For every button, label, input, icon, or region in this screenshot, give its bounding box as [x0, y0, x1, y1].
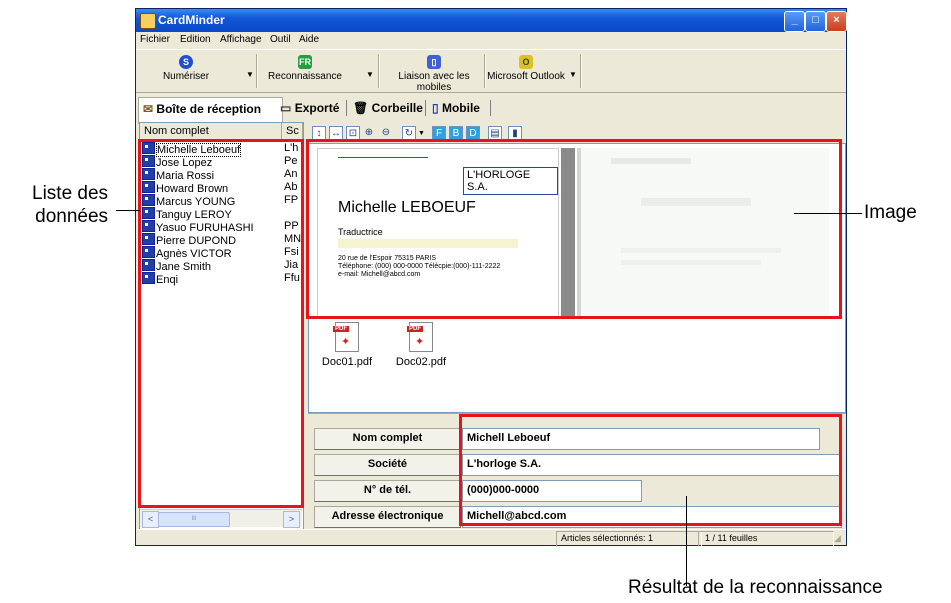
column-header-company[interactable]: Sc	[282, 123, 303, 140]
scroll-right-button[interactable]: >	[283, 511, 300, 528]
outlook-icon: O	[519, 55, 533, 69]
tab-mobile[interactable]: ▯ Mobile	[428, 97, 484, 123]
tab-separator	[346, 100, 347, 116]
app-icon	[140, 13, 156, 29]
mobile-link-icon: ▯	[427, 55, 441, 69]
scan-label: Numériser	[162, 71, 210, 82]
recognition-button[interactable]: FR Reconnaissance	[262, 53, 348, 91]
data-list-highlight	[138, 139, 304, 508]
menu-affichage[interactable]: Affichage	[220, 34, 262, 45]
recognition-label: Reconnaissance	[268, 71, 342, 82]
field-label-fullname[interactable]: Nom complet	[314, 428, 461, 450]
mobile-icon: ▯	[432, 101, 439, 115]
zoom-in-icon[interactable]: ⊕	[363, 126, 375, 139]
field-label-company[interactable]: Société	[314, 454, 461, 476]
menu-outil[interactable]: Outil	[270, 34, 291, 45]
outlook-button[interactable]: O Microsoft Outlook	[486, 53, 566, 91]
menu-fichier[interactable]: Fichier	[140, 34, 170, 45]
tab-bar: ✉ Boîte de réception ▭ Exporté 🗑 Corbeil…	[136, 95, 846, 124]
tab-separator	[490, 100, 491, 116]
trash-icon: 🗑	[353, 101, 369, 115]
horizontal-scrollbar[interactable]: < III >	[140, 509, 302, 528]
mobile-link-button[interactable]: ▯ Liaison avec les mobiles	[382, 53, 486, 93]
scan-dropdown-icon[interactable]: ▼	[246, 70, 254, 79]
tab-mobile-label: Mobile	[441, 101, 480, 115]
attachment-name: Doc02.pdf	[395, 356, 447, 368]
tab-trash-label: Corbeille	[371, 101, 423, 115]
exported-icon: ▭	[280, 101, 292, 115]
pdf-icon: PDF ✦	[407, 322, 433, 352]
column-header-name[interactable]: Nom complet	[140, 123, 282, 140]
pdf-icon: PDF ✦	[333, 322, 359, 352]
scan-button[interactable]: S Numériser	[150, 53, 222, 91]
callout-result: Résultat de la reconnaissance	[628, 577, 883, 598]
scroll-grip: III	[191, 516, 197, 522]
status-bar: Articles sélectionnés: 1 1 / 11 feuilles…	[136, 529, 846, 547]
menu-edition[interactable]: Edition	[180, 34, 211, 45]
maximize-button[interactable]: □	[805, 11, 826, 32]
acrobat-icon: ✦	[415, 336, 425, 348]
field-label-email[interactable]: Adresse électronique	[314, 506, 461, 528]
tab-exported-label: Exporté	[294, 101, 340, 115]
tab-separator	[425, 100, 426, 116]
tab-exported[interactable]: ▭ Exporté	[276, 97, 343, 123]
leader-line	[794, 213, 862, 214]
pdf-tag: PDF	[333, 326, 349, 332]
pdf-tag: PDF	[407, 326, 423, 332]
callout-data-list-line2: données	[35, 206, 109, 227]
leader-line	[116, 210, 140, 211]
inbox-icon: ✉	[143, 102, 154, 116]
callout-image: Image	[864, 202, 917, 223]
tab-trash[interactable]: 🗑 Corbeille	[349, 97, 427, 123]
scroll-thumb[interactable]: III	[158, 512, 230, 527]
rotate-dropdown-icon[interactable]: ▼	[418, 130, 425, 137]
result-highlight	[459, 414, 842, 526]
zoom-out-icon[interactable]: ⊖	[380, 126, 392, 139]
callout-data-list-line1: Liste des	[32, 183, 109, 204]
menu-bar: Fichier Edition Affichage Outil Aide	[136, 32, 846, 48]
toolbar-separator	[378, 54, 380, 88]
outlook-label: Microsoft Outlook	[487, 71, 565, 82]
mobile-link-label: Liaison avec les mobiles	[398, 71, 470, 93]
toolbar-separator	[256, 54, 258, 88]
recognition-dropdown-icon[interactable]: ▼	[366, 70, 374, 79]
window-title: CardMinder	[158, 13, 225, 27]
scan-icon: S	[179, 55, 193, 69]
toolbar: S Numériser ▼ FR Reconnaissance ▼ ▯ Liai…	[136, 49, 846, 93]
toolbar-separator	[580, 54, 582, 88]
tab-inbox[interactable]: ✉ Boîte de réception	[138, 97, 283, 124]
tab-inbox-label: Boîte de réception	[156, 102, 262, 116]
menu-aide[interactable]: Aide	[299, 34, 319, 45]
outlook-dropdown-icon[interactable]: ▼	[569, 70, 577, 79]
attachment-doc01[interactable]: PDF ✦ Doc01.pdf	[319, 322, 375, 368]
minimize-button[interactable]: _	[784, 11, 805, 32]
status-selected: Articles sélectionnés: 1	[556, 531, 702, 547]
image-highlight	[306, 139, 842, 319]
recognition-icon: FR	[298, 55, 312, 69]
leader-line	[686, 496, 687, 586]
scroll-left-button[interactable]: <	[142, 511, 159, 528]
status-pages: 1 / 11 feuilles	[698, 531, 834, 547]
acrobat-icon: ✦	[341, 336, 351, 348]
resize-grip-icon[interactable]: ◢	[834, 533, 841, 544]
title-bar[interactable]: CardMinder _ □ ×	[136, 9, 847, 32]
close-button[interactable]: ×	[826, 11, 847, 32]
callout-data-list: Liste des données	[32, 182, 108, 228]
field-label-phone[interactable]: N° de tél.	[314, 480, 461, 502]
attachment-name: Doc01.pdf	[321, 356, 373, 368]
attachment-doc02[interactable]: PDF ✦ Doc02.pdf	[393, 322, 449, 368]
